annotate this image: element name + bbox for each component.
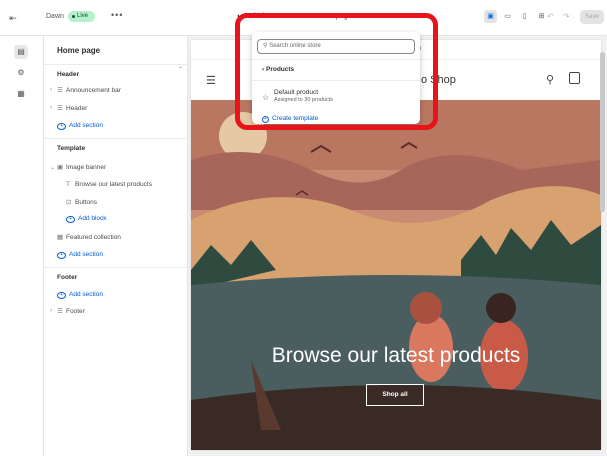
add-section-label: Add section [69,291,103,298]
mobile-icon[interactable]: ▯ [518,10,531,23]
undo-icon[interactable]: ↶ [547,12,554,21]
save-button[interactable]: Save [580,10,604,24]
desktop-icon[interactable]: ▭ [501,10,514,23]
theme-name: Dawn [46,13,64,20]
sidebar-item-label: Image banner [66,164,107,171]
block-item-label: Browse our latest products [75,181,152,188]
sidebar-item-header[interactable]: ☰ Header [57,104,87,112]
sidebar-item-label: Header [66,105,88,112]
sidebar-item-label: Footer [66,308,85,315]
shop-all-button[interactable]: Shop all [366,384,424,406]
add-block-label: Add block [78,215,107,222]
block-item-buttons[interactable]: ⊡ Buttons [66,198,97,206]
image-icon: ▣ [57,164,64,171]
chevron-down-icon[interactable]: ⌄ [50,164,55,171]
preview-scrollbar[interactable] [600,52,605,212]
chevron-up-icon[interactable]: ⌃ [178,66,183,73]
header-group-label: Header [57,71,80,78]
section-icon: ☰ [57,308,63,315]
collection-icon: ▦ [57,234,64,241]
exit-icon[interactable]: ⇤ [7,12,19,24]
banner-heading: Browse our latest products [271,344,521,367]
sidebar-item-label: Featured collection [66,234,121,241]
plus-circle-icon: + [66,216,75,223]
add-section-label: Add section [69,122,103,129]
section-icon: ☰ [57,105,63,112]
cart-icon[interactable] [569,72,580,84]
add-block-button[interactable]: + Add block [66,215,107,223]
footer-group-label: Footer [57,274,78,281]
divider [44,64,188,65]
chevron-right-icon[interactable]: › [50,308,52,314]
text-icon: T [66,181,70,188]
add-section-button[interactable]: + Add section [57,122,103,130]
sidebar-item-label: Announcement bar [66,87,121,94]
block-item-label: Buttons [75,199,98,206]
sections-panel: Home page Header ⌃ › ☰ Announcement bar ›… [44,36,188,456]
add-section-button[interactable]: + Add section [57,291,103,299]
search-icon[interactable]: ⚲ [546,73,554,86]
menu-icon[interactable]: ☰ [206,74,216,87]
plus-circle-icon: + [57,292,66,299]
highlight-annotation [235,13,438,130]
icon-rail: ▤ ⚙ ▦ [0,36,44,456]
sidebar-item-featured-collection[interactable]: ▦ Featured collection [57,233,121,241]
inspector-icon[interactable]: ▣ [484,10,497,23]
view-toggle-group: ▣ ▭ ▯ ⊞ [484,10,548,23]
live-badge: Live [68,11,95,22]
section-icon: ☰ [57,87,63,94]
page-title: Home page [57,46,101,55]
divider [44,138,188,139]
divider [44,267,188,268]
redo-icon[interactable]: ↷ [563,12,570,21]
block-item-heading[interactable]: T Browse our latest products [66,181,152,188]
sidebar-item-image-banner[interactable]: ▣ Image banner [57,163,106,171]
image-banner[interactable]: Browse our latest products Shop all [191,100,601,450]
apps-icon[interactable]: ▦ [14,87,28,101]
add-section-button[interactable]: + Add section [57,251,103,259]
chevron-right-icon[interactable]: › [50,105,52,111]
button-icon: ⊡ [66,199,72,206]
add-section-label: Add section [69,251,103,258]
plus-circle-icon: + [57,252,66,259]
sections-icon[interactable]: ▤ [14,45,28,59]
sidebar-item-footer[interactable]: ☰ Footer [57,307,85,315]
template-group-label: Template [57,145,86,152]
settings-icon[interactable]: ⚙ [14,66,28,80]
more-actions-button[interactable]: ••• [111,10,123,20]
sidebar-item-announcement-bar[interactable]: ☰ Announcement bar [57,86,121,94]
plus-circle-icon: + [57,123,66,130]
chevron-right-icon[interactable]: › [50,87,52,93]
